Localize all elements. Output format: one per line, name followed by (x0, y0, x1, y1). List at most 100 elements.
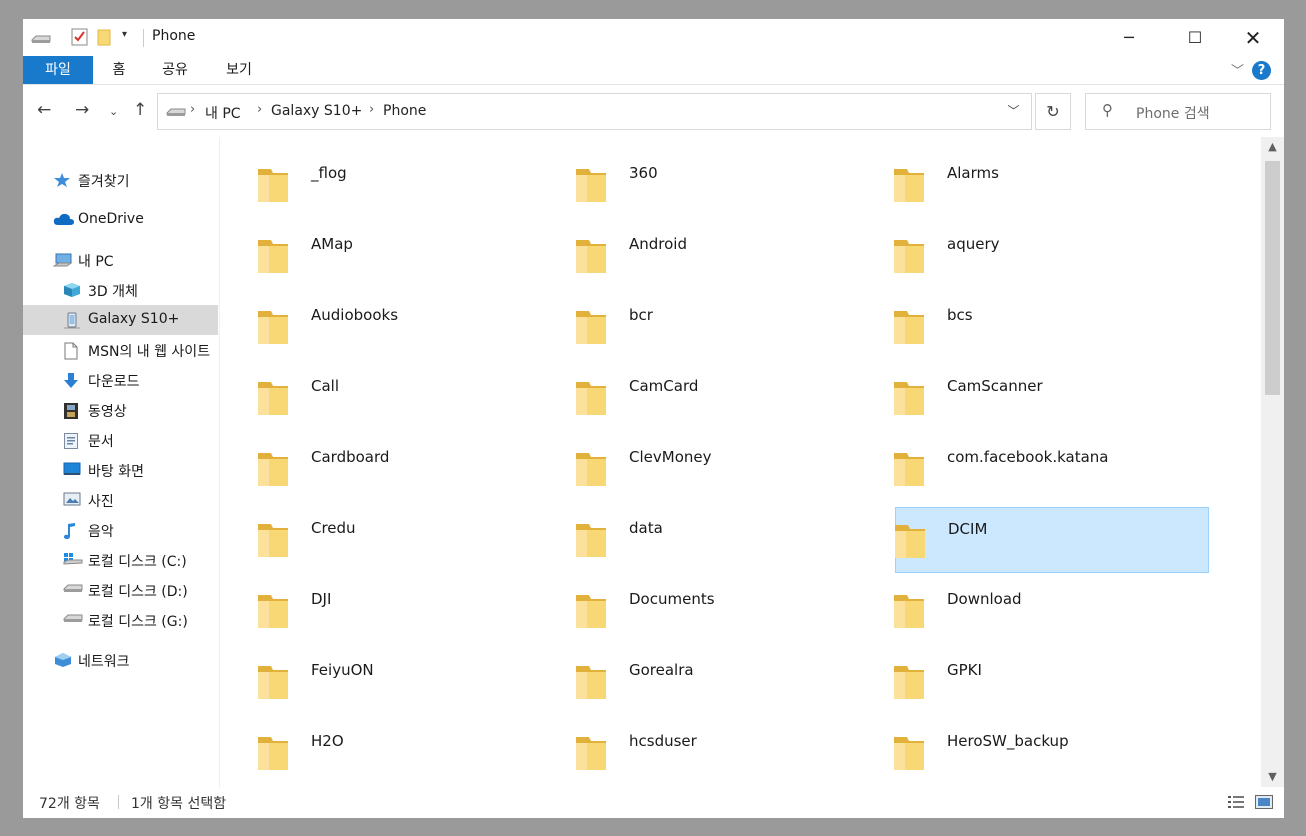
sidebar-item[interactable]: 내 PC (23, 245, 218, 275)
folder-item[interactable]: H2O (258, 720, 573, 786)
close-button[interactable]: ✕ (1224, 19, 1282, 56)
tab-file[interactable]: 파일 (23, 56, 93, 84)
folder-item[interactable]: GPKI (892, 649, 1209, 715)
search-placeholder: Phone 검색 (1136, 106, 1210, 122)
folder-item[interactable]: Audiobooks (258, 294, 573, 360)
sidebar-item[interactable]: 로컬 디스크 (C:) (23, 545, 218, 575)
folder-name: HeroSW_backup (947, 732, 1069, 750)
sidebar-item[interactable]: 로컬 디스크 (D:) (23, 575, 218, 605)
scroll-up-icon[interactable]: ▲ (1261, 137, 1284, 157)
folder-name: _flog (311, 164, 347, 182)
folder-item[interactable]: Call (258, 365, 573, 431)
breadcrumb-phone[interactable]: Phone (383, 103, 426, 119)
folder-name: FeiyuON (311, 661, 374, 679)
folder-icon (892, 450, 926, 492)
folder-name: aquery (947, 235, 1000, 253)
phone-icon (63, 312, 81, 329)
address-dropdown-icon[interactable]: ﹀ (997, 94, 1029, 129)
folder-name: AMap (311, 235, 353, 253)
customize-qat-icon[interactable]: ▾ (122, 29, 127, 40)
folder-item[interactable]: hcsduser (576, 720, 891, 786)
folder-item[interactable]: AMap (258, 223, 573, 289)
details-view-icon[interactable] (1227, 795, 1245, 809)
sidebar-item[interactable]: 사진 (23, 485, 218, 515)
tab-home[interactable]: 홈 (101, 56, 137, 84)
sidebar-item[interactable]: MSN의 내 웹 사이트 (23, 335, 218, 365)
folder-icon (892, 379, 926, 421)
folder-item[interactable]: DCIM (895, 507, 1209, 573)
up-arrow-icon[interactable]: ↑ (133, 100, 147, 120)
folder-item[interactable]: Cardboard (258, 436, 573, 502)
folder-item[interactable]: bcs (894, 294, 1209, 360)
sidebar-item-label: 로컬 디스크 (D:) (88, 584, 188, 600)
item-count: 72개 항목 (39, 796, 100, 812)
folder-icon (256, 521, 290, 563)
breadcrumb-galaxy[interactable]: Galaxy S10+ (271, 103, 362, 119)
sidebar-item[interactable]: 바탕 화면 (23, 455, 218, 485)
folder-item[interactable]: Documents (576, 578, 891, 644)
breadcrumb-separator-icon[interactable]: › (190, 102, 195, 117)
breadcrumb-separator-icon[interactable]: › (257, 102, 262, 117)
breadcrumb-this-pc[interactable]: 내 PC (205, 103, 241, 123)
refresh-button[interactable]: ↻ (1035, 93, 1071, 130)
sidebar-item[interactable]: 문서 (23, 425, 218, 455)
title-separator (143, 29, 144, 47)
sidebar-item[interactable]: 다운로드 (23, 365, 218, 395)
ribbon-expand-icon[interactable]: ﹀ (1231, 60, 1244, 79)
folder-item[interactable]: HeroSW_backup (894, 720, 1209, 786)
new-folder-icon[interactable] (97, 28, 111, 46)
folder-item[interactable]: _flog (258, 152, 573, 218)
sidebar-item[interactable]: Galaxy S10+ (23, 305, 218, 335)
sidebar-item[interactable]: 로컬 디스크 (G:) (23, 605, 218, 635)
folder-item[interactable]: Download (894, 578, 1209, 644)
folder-item[interactable]: data (576, 507, 891, 573)
breadcrumb-separator-icon[interactable]: › (369, 102, 374, 117)
sidebar-item-label: 네트워크 (78, 654, 130, 670)
status-separator (118, 795, 119, 809)
folder-item[interactable]: com.facebook.katana (892, 436, 1209, 502)
folder-item[interactable]: 360 (576, 152, 891, 218)
scrollbar-thumb[interactable] (1265, 161, 1280, 395)
forward-arrow-icon[interactable]: → (75, 100, 89, 120)
status-bar: 72개 항목 1개 항목 선택함 (23, 787, 1284, 818)
minimize-button[interactable]: ─ (1100, 19, 1158, 56)
vertical-scrollbar[interactable]: ▲ ▼ (1261, 137, 1284, 787)
search-input[interactable]: ⚲ Phone 검색 (1085, 93, 1271, 130)
sidebar-item[interactable]: 동영상 (23, 395, 218, 425)
back-arrow-icon[interactable]: ← (37, 100, 51, 120)
sidebar-item[interactable]: 음악 (23, 515, 218, 545)
tab-view[interactable]: 보기 (219, 56, 259, 84)
help-icon[interactable]: ? (1252, 61, 1271, 80)
folder-item[interactable]: Alarms (894, 152, 1209, 218)
scroll-down-icon[interactable]: ▼ (1261, 767, 1284, 787)
folder-icon (256, 663, 290, 705)
file-list: _flog 360 Alarms AMap Android aquery Audiobook… (221, 137, 1261, 787)
folder-item[interactable]: Credu (256, 507, 573, 573)
windows-drive-icon (63, 552, 83, 568)
properties-icon[interactable] (71, 28, 88, 46)
sidebar-item-label: OneDrive (78, 211, 144, 227)
sidebar-item[interactable]: 즐겨찾기 (23, 165, 218, 195)
folder-item[interactable]: FeiyuON (256, 649, 573, 715)
sidebar-item-label: 로컬 디스크 (G:) (88, 614, 188, 630)
folder-item[interactable]: aquery (894, 223, 1209, 289)
folder-item[interactable]: CamScanner (892, 365, 1209, 431)
folder-item[interactable]: Gorealra (576, 649, 891, 715)
maximize-button[interactable]: ☐ (1166, 19, 1224, 56)
folder-item[interactable]: Android (576, 223, 891, 289)
sidebar-item-label: 동영상 (88, 404, 127, 420)
folder-item[interactable]: bcr (576, 294, 891, 360)
sidebar-item[interactable]: 네트워크 (23, 645, 218, 675)
folder-item[interactable]: ClevMoney (576, 436, 891, 502)
sidebar-item[interactable]: OneDrive (23, 205, 218, 235)
address-bar[interactable]: › 내 PC › Galaxy S10+ › Phone ﹀ (157, 93, 1032, 130)
large-icons-view-icon[interactable] (1255, 795, 1273, 809)
tab-share[interactable]: 공유 (153, 56, 197, 84)
recent-locations-icon[interactable]: ⌄ (109, 105, 118, 118)
folder-item[interactable]: DJI (258, 578, 573, 644)
sidebar-item[interactable]: 3D 개체 (23, 275, 218, 305)
folder-name: com.facebook.katana (947, 448, 1109, 466)
window-title: Phone (152, 28, 196, 44)
folder-item[interactable]: CamCard (576, 365, 891, 431)
folder-icon (892, 663, 926, 705)
